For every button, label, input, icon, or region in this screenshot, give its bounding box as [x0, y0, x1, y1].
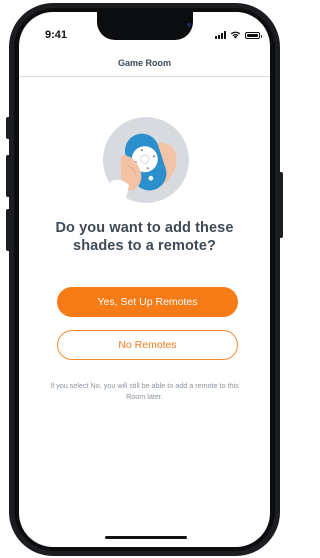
- no-remotes-button[interactable]: No Remotes: [57, 330, 238, 360]
- status-time: 9:41: [45, 29, 68, 41]
- notch: [97, 12, 193, 40]
- yes-set-up-remotes-button[interactable]: Yes, Set Up Remotes: [57, 287, 238, 317]
- signal-icon: [215, 31, 226, 39]
- page: 9:41 Game Room Do you want to add these …: [0, 0, 289, 558]
- question-heading: Do you want to add these shades to a rem…: [55, 220, 234, 254]
- header-divider: [19, 76, 270, 77]
- wifi-icon: [230, 31, 241, 39]
- status-icons: [215, 29, 262, 39]
- footnote-text: If you select No, you will still be able…: [50, 381, 239, 401]
- phone-screen: 9:41 Game Room Do you want to add these …: [19, 12, 270, 547]
- battery-icon: [245, 32, 262, 39]
- page-title: Game Room: [117, 58, 171, 68]
- hand-holding-remote-icon: [103, 117, 189, 203]
- camera-dot: [187, 23, 191, 27]
- home-indicator[interactable]: [105, 536, 187, 539]
